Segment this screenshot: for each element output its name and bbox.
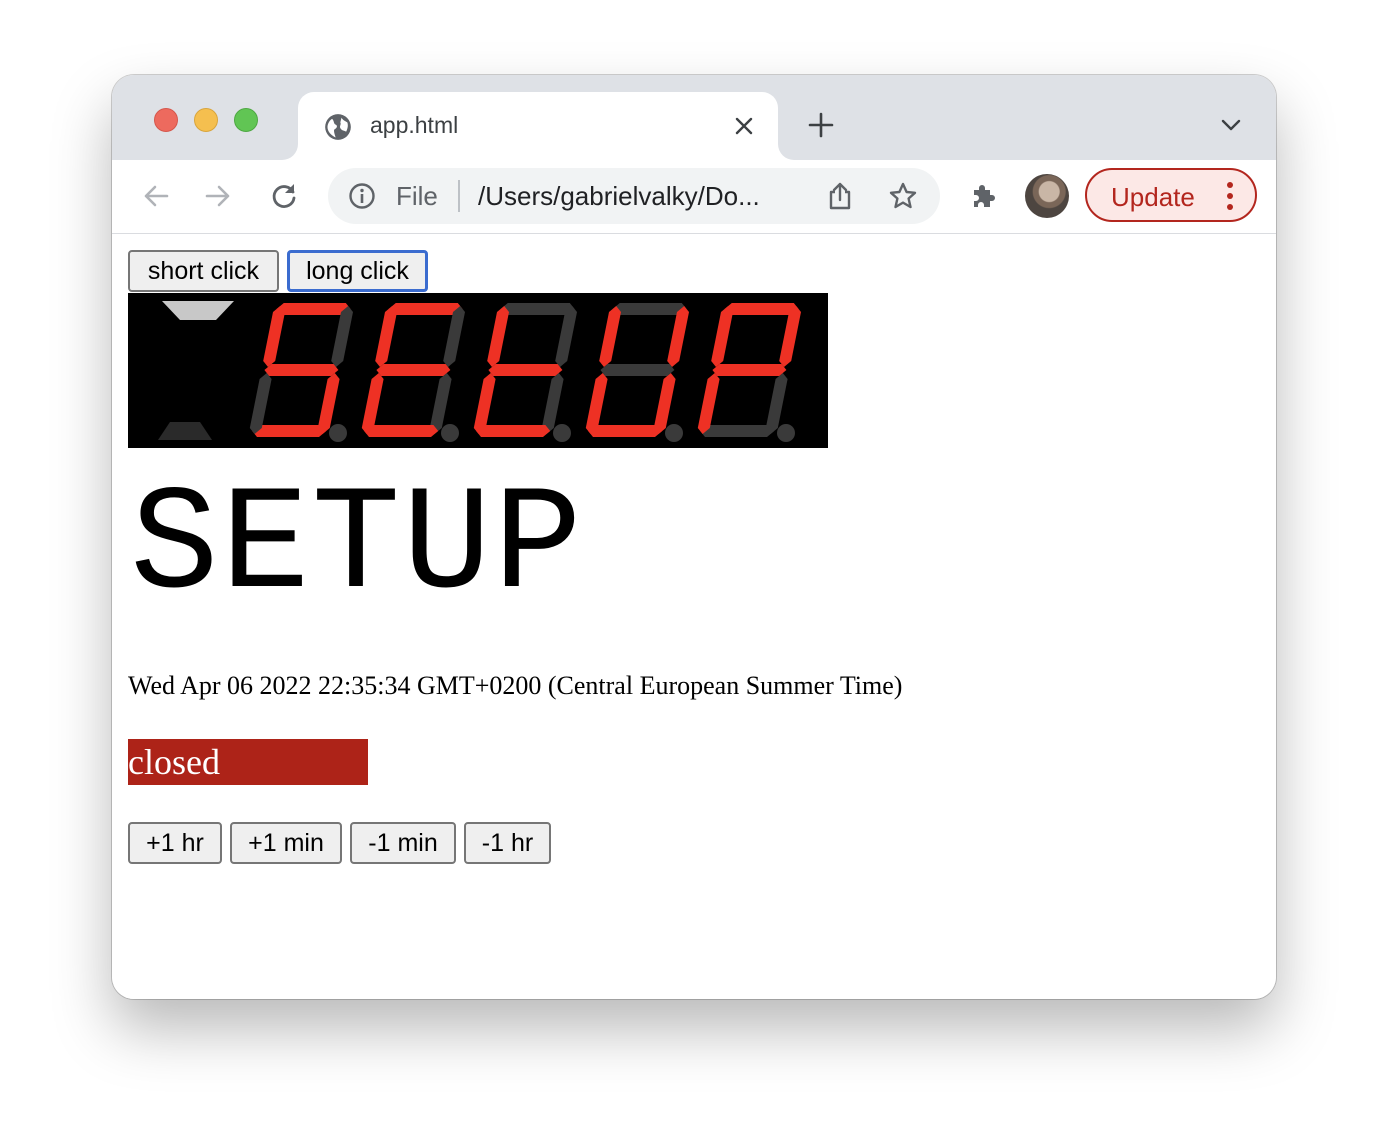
long-click-button[interactable]: long click: [287, 250, 428, 292]
close-window-button[interactable]: [154, 108, 178, 132]
digit-5-segment-f: [711, 306, 733, 367]
digit-5-segment-b: [779, 306, 801, 367]
indicator-bottom-segment: [158, 422, 212, 440]
browser-toolbar: File /Users/gabrielvalky/Do... Update: [112, 160, 1276, 234]
address-separator: [458, 180, 460, 212]
seven-segment-display: [128, 293, 828, 448]
digit-4-segment-e: [585, 373, 608, 434]
digit-2-segment-b: [443, 306, 465, 367]
status-label: closed: [128, 742, 220, 782]
tab-app-html[interactable]: app.html: [298, 92, 778, 160]
digit-5-decimal-point: [777, 424, 795, 442]
page-content: short click long click SETUP Wed Apr 06 …: [112, 234, 1276, 999]
digit-3-segment-f: [487, 306, 509, 367]
digit-2-segment-f: [375, 306, 397, 367]
plus-icon[interactable]: [808, 112, 834, 138]
digit-3-decimal-point: [553, 424, 571, 442]
digit-5-segment-g: [712, 364, 787, 376]
profile-avatar[interactable]: [1025, 174, 1069, 218]
address-bar[interactable]: File /Users/gabrielvalky/Do...: [328, 168, 940, 224]
digit-4-decimal-point: [665, 424, 683, 442]
more-vertical-icon[interactable]: [1225, 180, 1235, 212]
digit-4-segment-g: [600, 364, 675, 376]
digit-5-segment-e: [697, 373, 720, 434]
digit-1-segment-b: [331, 306, 353, 367]
zoom-window-button[interactable]: [234, 108, 258, 132]
extensions-puzzle-icon[interactable]: [968, 180, 1000, 212]
digit-1-decimal-point: [329, 424, 347, 442]
star-icon[interactable]: [888, 181, 918, 211]
digit-4-segment-a: [612, 303, 687, 315]
digit-1-segment-a: [276, 303, 351, 315]
info-icon[interactable]: [348, 182, 376, 210]
forward-arrow-icon[interactable]: [202, 180, 234, 212]
plus-one-minute-button[interactable]: +1 min: [230, 822, 342, 864]
digit-2-segment-a: [388, 303, 463, 315]
digit-5-segment-d: [700, 425, 775, 437]
tab-bar: app.html: [112, 75, 1276, 160]
digit-3-segment-g: [488, 364, 563, 376]
chevron-down-icon[interactable]: [1220, 117, 1242, 133]
close-icon[interactable]: [734, 116, 754, 136]
digit-4-segment-b: [667, 306, 689, 367]
minus-one-minute-button[interactable]: -1 min: [350, 822, 456, 864]
short-click-button[interactable]: short click: [128, 250, 279, 292]
update-button[interactable]: Update: [1085, 168, 1257, 222]
indicator-top-segment: [162, 301, 234, 320]
current-datetime: Wed Apr 06 2022 22:35:34 GMT+0200 (Centr…: [128, 671, 903, 700]
globe-icon: [325, 114, 351, 140]
segment-display-svg: [158, 301, 801, 442]
digit-1-segment-d: [252, 425, 327, 437]
digit-2-decimal-point: [441, 424, 459, 442]
update-label: Update: [1111, 182, 1195, 212]
minimize-window-button[interactable]: [194, 108, 218, 132]
browser-window: app.html File /Users/gabrielvalky/Do... …: [112, 75, 1276, 999]
mode-title: SETUP: [130, 464, 585, 631]
tab-title: app.html: [370, 112, 459, 138]
plus-one-hour-button[interactable]: +1 hr: [128, 822, 222, 864]
digit-1-segment-e: [249, 373, 272, 434]
digit-5-segment-a: [724, 303, 799, 315]
digit-3-segment-e: [473, 373, 496, 434]
reload-icon[interactable]: [268, 180, 300, 212]
share-icon[interactable]: [826, 181, 854, 211]
address-scheme: File: [396, 181, 438, 211]
digit-2-segment-d: [364, 425, 439, 437]
digit-1-segment-g: [264, 364, 339, 376]
digit-3-segment-b: [555, 306, 577, 367]
digit-2-segment-e: [361, 373, 384, 434]
digit-4-segment-d: [588, 425, 663, 437]
digit-3-segment-d: [476, 425, 551, 437]
back-arrow-icon[interactable]: [140, 180, 172, 212]
digit-1-segment-f: [263, 306, 285, 367]
digit-3-segment-a: [500, 303, 575, 315]
status-badge: closed: [128, 739, 368, 785]
address-url[interactable]: /Users/gabrielvalky/Do...: [478, 181, 818, 212]
digit-2-segment-g: [376, 364, 451, 376]
minus-one-hour-button[interactable]: -1 hr: [464, 822, 551, 864]
digit-4-segment-f: [599, 306, 621, 367]
